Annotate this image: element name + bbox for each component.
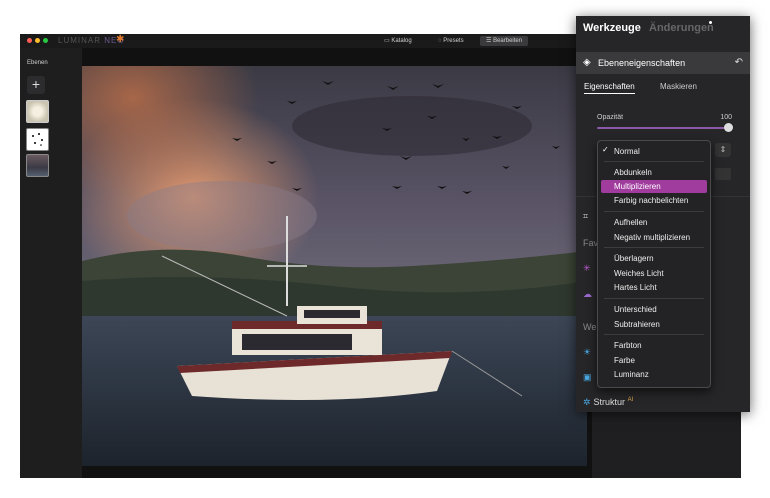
sparkle-icon[interactable]: ✳ xyxy=(583,263,591,274)
birds-thumbnail xyxy=(32,133,43,146)
changes-indicator-dot xyxy=(709,21,712,24)
favorites-label: Fav xyxy=(583,238,599,248)
tab-edit[interactable]: ☰ Bearbeiten xyxy=(480,36,529,46)
layer-thumb-photo[interactable] xyxy=(26,154,49,177)
app-logo: LUMINAR NEO xyxy=(58,36,125,45)
menu-divider xyxy=(604,247,704,248)
tab-catalog[interactable]: ▭ Katalog xyxy=(378,36,418,46)
blend-option-multiply[interactable]: Multiplizieren xyxy=(601,180,707,193)
cloud-icon[interactable]: ☁ xyxy=(583,289,592,300)
badge-icon: ✱ xyxy=(116,34,125,45)
blend-option-normal[interactable]: Normal xyxy=(601,145,707,158)
blend-mode-chevron-icon[interactable]: ⇕ xyxy=(715,143,731,157)
opacity-value: 100 xyxy=(720,114,732,121)
layer-thumb-birds[interactable] xyxy=(26,128,49,151)
layer-properties-header[interactable]: ◈ Ebeneneigenschaften ↶ xyxy=(576,52,750,74)
tab-changes[interactable]: Änderungen xyxy=(649,22,714,34)
layers-sidebar: Ebenen + xyxy=(20,48,82,478)
menu-divider xyxy=(604,298,704,299)
blend-option-screen[interactable]: Negativ multiplizieren xyxy=(601,231,707,244)
opacity-slider-knob[interactable] xyxy=(724,123,733,132)
ai-badge: AI xyxy=(627,397,634,403)
blend-option-color[interactable]: Farbe xyxy=(601,354,707,367)
structure-tool[interactable]: ✲ Struktur AI xyxy=(583,397,633,408)
blend-mode-dropdown[interactable]: ✓ Normal Abdunkeln Multiplizieren Farbig… xyxy=(597,140,711,388)
add-layer-button[interactable]: + xyxy=(27,76,45,94)
menu-divider xyxy=(604,211,704,212)
blend-option-darken[interactable]: Abdunkeln xyxy=(601,166,707,179)
blend-option-subtract[interactable]: Subtrahieren xyxy=(601,318,707,331)
sun-icon[interactable]: ☀ xyxy=(583,347,591,358)
edit-icon: ☰ xyxy=(486,38,492,44)
blend-option-color-burn[interactable]: Farbig nachbelichten xyxy=(601,194,707,207)
structure-icon: ✲ xyxy=(583,397,591,407)
image-canvas[interactable] xyxy=(82,48,592,478)
blend-option-overlay[interactable]: Überlagern xyxy=(601,252,707,265)
tab-presets[interactable]: ◌ Presets xyxy=(432,36,470,46)
maximize-window-button[interactable] xyxy=(43,38,48,43)
layers-title: Ebenen xyxy=(27,60,48,66)
catalog-icon: ▭ xyxy=(384,38,390,44)
menu-divider xyxy=(604,161,704,162)
tab-tools[interactable]: Werkzeuge xyxy=(583,22,641,34)
layer-properties-title: Ebeneneigenschaften xyxy=(598,58,686,68)
layers-icon: ◈ xyxy=(583,57,591,68)
layer-thumb-texture[interactable] xyxy=(26,100,49,123)
opacity-label: Opazität xyxy=(597,114,624,121)
blend-option-lighten[interactable]: Aufhellen xyxy=(601,216,707,229)
undo-icon[interactable]: ↶ xyxy=(735,57,743,68)
opacity-slider-track[interactable] xyxy=(597,127,729,129)
properties-subtabs: Eigenschaften Maskieren xyxy=(576,78,750,98)
minimize-window-button[interactable] xyxy=(35,38,40,43)
menu-divider xyxy=(604,334,704,335)
blend-option-difference[interactable]: Unterschied xyxy=(601,303,707,316)
blend-option-luminosity[interactable]: Luminanz xyxy=(601,368,707,381)
subtab-mask[interactable]: Maskieren xyxy=(660,82,697,91)
boat-image xyxy=(82,66,587,466)
color-icon[interactable]: ▣ xyxy=(583,372,592,383)
presets-icon: ◌ xyxy=(438,38,442,44)
crop-icon[interactable]: ⌗ xyxy=(583,211,588,222)
blend-option-hard-light[interactable]: Hartes Licht xyxy=(601,281,707,294)
boat-photo[interactable] xyxy=(82,66,587,466)
blend-amount-field[interactable] xyxy=(715,168,731,180)
subtab-properties[interactable]: Eigenschaften xyxy=(584,82,635,94)
close-window-button[interactable] xyxy=(27,38,32,43)
blend-option-hue[interactable]: Farbton xyxy=(601,339,707,352)
essentials-label: We xyxy=(583,322,597,332)
blend-option-soft-light[interactable]: Weiches Licht xyxy=(601,267,707,280)
